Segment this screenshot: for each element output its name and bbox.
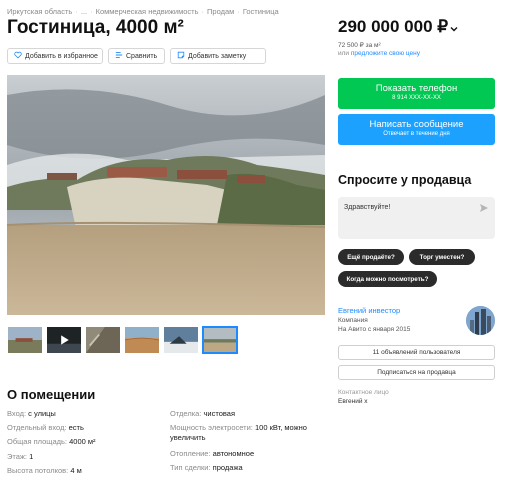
detail-key: Высота потолков:: [7, 466, 69, 475]
detail-value: чистовая: [203, 409, 236, 418]
add-to-favorites-button[interactable]: Добавить в избранное: [7, 48, 103, 64]
breadcrumb-type[interactable]: Гостиница: [243, 7, 279, 16]
heart-icon: [14, 51, 22, 61]
breadcrumb-separator: ·: [237, 7, 240, 16]
ask-seller-title: Спросите у продавца: [338, 173, 472, 187]
breadcrumb: Иркутская область ·... · Коммерческая недви…: [7, 7, 279, 16]
detail-entrance: Вход: с улицы: [7, 409, 56, 419]
detail-key: Отдельный вход:: [7, 423, 67, 432]
detail-value: с улицы: [28, 409, 56, 418]
quick-question-still-selling[interactable]: Ещё продаёте?: [338, 249, 404, 265]
price-offer-prefix: или: [338, 50, 350, 57]
detail-heating: Отопление: автономное: [170, 449, 254, 459]
breadcrumb-deal[interactable]: Продам: [207, 7, 234, 16]
seller-listings-button[interactable]: 11 объявлений пользователя: [338, 345, 495, 360]
price-per-m2: 72 500 ₽ за м²: [338, 42, 381, 49]
breadcrumb-category[interactable]: Коммерческая недвижимость: [96, 7, 199, 16]
detail-key: Общая площадь:: [7, 437, 68, 446]
about-section-title: О помещении: [7, 387, 96, 402]
detail-finishing: Отделка: чистовая: [170, 409, 235, 419]
thumbnail[interactable]: [7, 326, 43, 354]
quick-question-viewing[interactable]: Когда можно посмотреть?: [338, 271, 437, 287]
thumbnail[interactable]: [163, 326, 199, 354]
write-message-button[interactable]: Написать сообщение Отвечает в течение дн…: [338, 114, 495, 145]
response-time: Отвечает в течение дня: [383, 131, 450, 137]
breadcrumb-separator: ·: [90, 7, 93, 16]
detail-value: 100 кВт, можно: [255, 423, 307, 432]
breadcrumb-separator: ·: [75, 7, 78, 16]
photo-thumbnails: [7, 326, 238, 354]
seller-since: На Авито с января 2015: [338, 326, 411, 333]
message-input-text: Здравствуйте!: [344, 204, 391, 211]
video-thumbnail[interactable]: [46, 326, 82, 354]
show-phone-button[interactable]: Показать телефон 8 914 XXX-XX-XX: [338, 78, 495, 109]
write-message-label: Написать сообщение: [369, 119, 464, 130]
detail-floor: Этаж: 1: [7, 452, 33, 462]
breadcrumb-region[interactable]: Иркутская область: [7, 7, 72, 16]
add-to-favorites-label: Добавить в избранное: [25, 52, 98, 60]
compare-icon: [115, 51, 123, 61]
send-icon[interactable]: [479, 203, 489, 213]
breadcrumb-ellipsis[interactable]: ...: [81, 7, 87, 16]
avatar[interactable]: [466, 306, 495, 335]
detail-value: автономное: [212, 449, 255, 458]
add-note-label: Добавить заметку: [188, 52, 247, 60]
add-note-button[interactable]: Добавить заметку: [170, 48, 266, 64]
detail-key: Этаж:: [7, 452, 28, 461]
subscribe-seller-button[interactable]: Подписаться на продавца: [338, 365, 495, 380]
main-photo[interactable]: [7, 75, 325, 315]
chevron-down-icon[interactable]: [449, 21, 459, 32]
detail-value: есть: [68, 423, 84, 432]
detail-value-continued: увеличить: [170, 433, 206, 442]
quick-question-bargain[interactable]: Торг уместен?: [409, 249, 475, 265]
price-offer: или предложите свою цену: [338, 50, 420, 57]
detail-power: Мощность электросети: 100 кВт, можно увел…: [170, 423, 307, 443]
detail-key: Тип сделки:: [170, 463, 211, 472]
seller-name-link[interactable]: Евгений инвестор: [338, 306, 400, 315]
detail-value: 4 м: [70, 466, 82, 475]
page-title: Гостиница, 4000 м²: [7, 17, 184, 38]
thumbnail-active[interactable]: [202, 326, 238, 354]
detail-value: 1: [29, 452, 34, 461]
detail-key: Отопление:: [170, 449, 211, 458]
message-input[interactable]: Здравствуйте!: [338, 197, 495, 239]
suggest-price-link[interactable]: предложите свою цену: [351, 50, 420, 57]
detail-value: 4000 м²: [69, 437, 96, 446]
detail-key: Отделка:: [170, 409, 202, 418]
compare-label: Сравнить: [126, 52, 158, 60]
thumbnail[interactable]: [85, 326, 121, 354]
detail-deal-type: Тип сделки: продажа: [170, 463, 243, 473]
listing-actions: Добавить в избранное Сравнить Добавить з…: [7, 48, 266, 64]
price: 290 000 000 ₽: [338, 17, 449, 36]
note-icon: [177, 51, 185, 61]
detail-value: продажа: [212, 463, 243, 472]
detail-separate-entrance: Отдельный вход: есть: [7, 423, 84, 433]
compare-button[interactable]: Сравнить: [108, 48, 165, 64]
detail-key: Мощность электросети:: [170, 423, 253, 432]
detail-area: Общая площадь: 4000 м²: [7, 437, 96, 447]
detail-key: Вход:: [7, 409, 27, 418]
thumbnail[interactable]: [124, 326, 160, 354]
breadcrumb-separator: ·: [201, 7, 205, 16]
show-phone-label: Показать телефон: [375, 83, 458, 94]
contact-person-label: Контактное лицо: [338, 389, 389, 396]
masked-phone-number: 8 914 XXX-XX-XX: [392, 95, 441, 101]
detail-ceiling-height: Высота потолков: 4 м: [7, 466, 82, 476]
contact-person-name: Евгений х: [338, 398, 368, 405]
seller-type: Компания: [338, 317, 368, 324]
